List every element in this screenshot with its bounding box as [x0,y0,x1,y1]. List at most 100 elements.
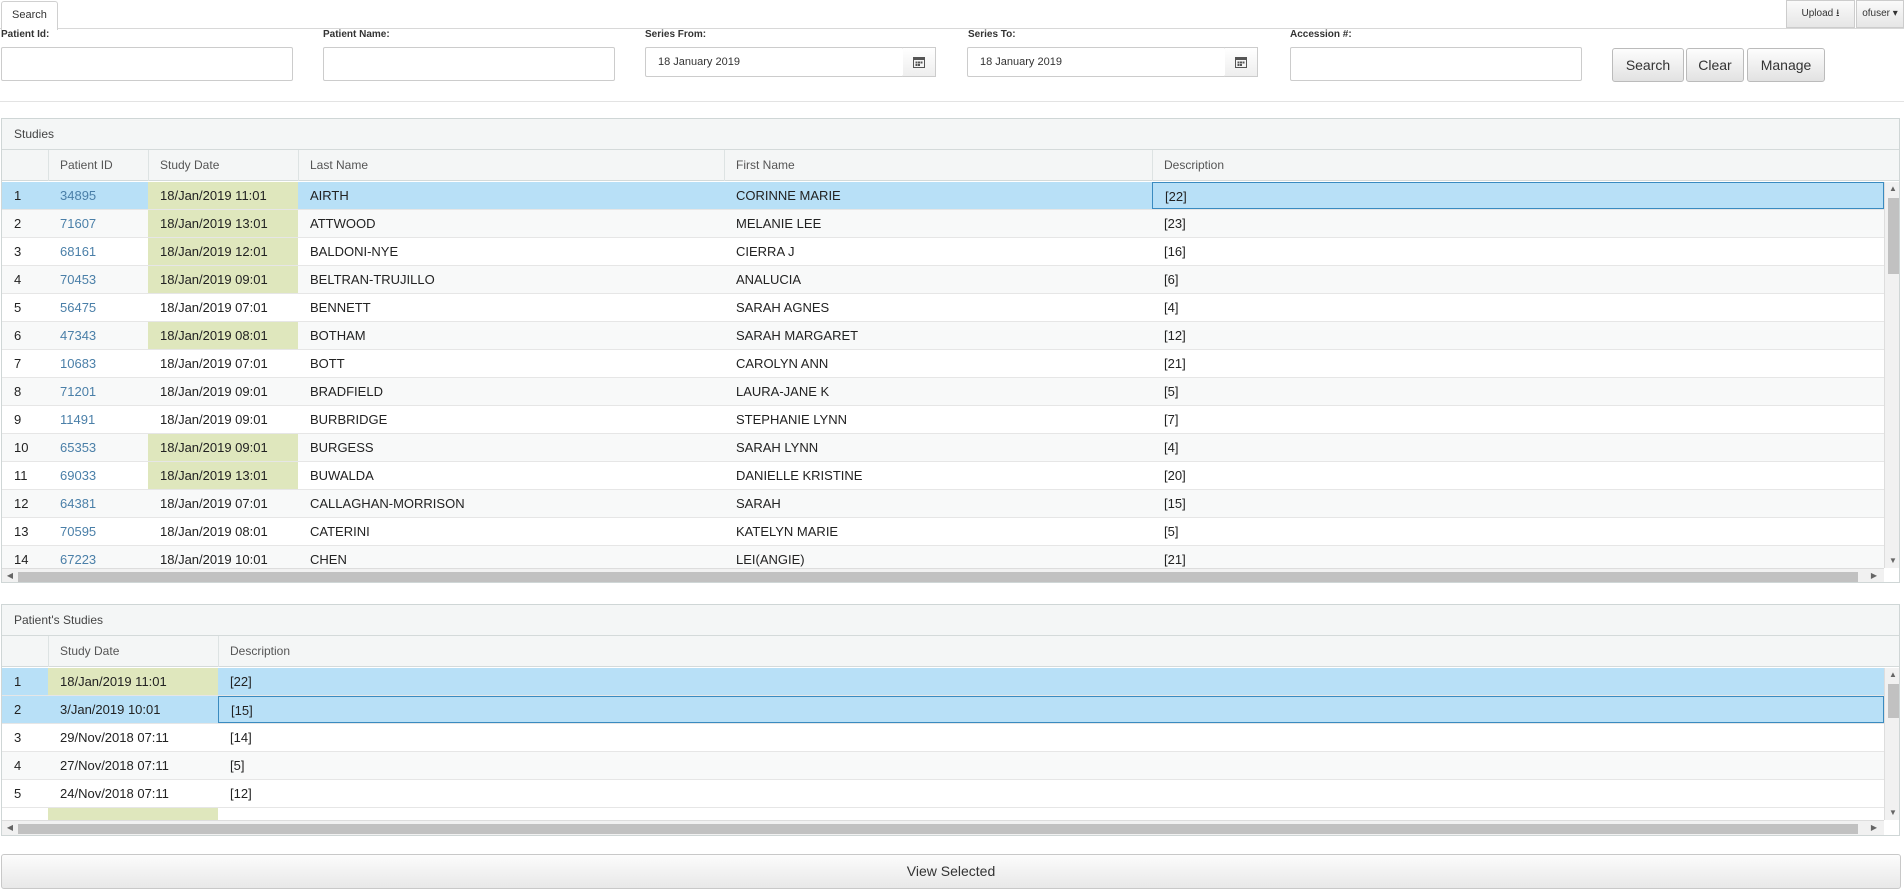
table-row[interactable]: 8 71201 18/Jan/2019 09:01 BRADFIELD LAUR… [2,378,1884,406]
description-cell: [21] [1164,552,1186,567]
col-header-study-date[interactable]: Study Date [148,150,298,181]
partial-row-highlight [48,808,218,820]
table-row[interactable]: 1 34895 18/Jan/2019 11:01 AIRTH CORINNE … [2,182,1884,210]
study-date-cell: 18/Jan/2019 10:01 [160,552,268,567]
view-selected-button[interactable]: View Selected [1,854,1901,889]
row-number: 5 [14,786,22,801]
patient-studies-title: Patient's Studies [2,605,1899,636]
study-date-cell: 18/Jan/2019 07:01 [160,496,268,511]
table-row[interactable]: 7 10683 18/Jan/2019 07:01 BOTT CAROLYN A… [2,350,1884,378]
table-row[interactable]: 11 69033 18/Jan/2019 13:01 BUWALDA DANIE… [2,462,1884,490]
row-number: 14 [14,552,29,567]
scroll-down-icon[interactable]: ▼ [1887,556,1899,566]
patient-studies-horizontal-scrollbar[interactable]: ◀ ▶ [2,820,1884,835]
scroll-thumb[interactable] [18,572,1858,582]
table-row[interactable]: 4 70453 18/Jan/2019 09:01 BELTRAN-TRUJIL… [2,266,1884,294]
study-date-cell: 18/Jan/2019 09:01 [160,412,268,427]
series-to-calendar-button[interactable] [1225,47,1258,77]
description-cell: [5] [230,758,245,773]
user-menu-button[interactable]: ofuser ▾ [1856,0,1904,28]
description-cell: [22] [1152,182,1884,209]
study-date-cell: 3/Jan/2019 10:01 [60,702,161,717]
scroll-thumb[interactable] [18,824,1858,834]
col-header-patient-id[interactable]: Patient ID [48,150,148,181]
patient-id-label: Patient Id: [1,29,50,40]
study-date-cell: 18/Jan/2019 11:01 [48,668,218,695]
study-date-cell: 18/Jan/2019 07:01 [160,300,268,315]
description-cell: [22] [230,674,252,689]
table-row[interactable]: 3 68161 18/Jan/2019 12:01 BALDONI-NYE CI… [2,238,1884,266]
table-row[interactable]: 12 64381 18/Jan/2019 07:01 CALLAGHAN-MOR… [2,490,1884,518]
tab-search[interactable]: Search [1,1,58,30]
studies-vertical-scrollbar[interactable]: ▲ ▼ [1884,182,1899,568]
patient-id-link[interactable]: 34895 [48,182,148,209]
row-number: 2 [14,216,22,231]
patient-id-link[interactable]: 65353 [48,434,148,461]
patient-id-link[interactable]: 70595 [48,518,148,545]
patient-name-input[interactable] [323,47,615,81]
scroll-left-icon[interactable]: ◀ [4,823,16,833]
patient-id-link[interactable]: 10683 [48,350,148,377]
table-row[interactable]: 13 70595 18/Jan/2019 08:01 CATERINI KATE… [2,518,1884,546]
patient-id-link[interactable]: 64381 [48,490,148,517]
description-cell: [4] [1164,440,1179,455]
first-name-cell: STEPHANIE LYNN [736,412,848,427]
patient-id-link[interactable]: 67223 [48,546,148,568]
table-row[interactable]: 5 56475 18/Jan/2019 07:01 BENNETT SARAH … [2,294,1884,322]
table-row[interactable]: 14 67223 18/Jan/2019 10:01 CHEN LEI(ANGI… [2,546,1884,568]
study-date-cell: 18/Jan/2019 13:01 [148,210,298,237]
patient-id-link[interactable]: 71607 [48,210,148,237]
table-row[interactable]: 4 27/Nov/2018 07:11 [5] [2,752,1884,780]
upload-button[interactable]: Upload ⭳ [1786,0,1855,28]
patient-id-input[interactable] [1,47,293,81]
clear-button[interactable]: Clear [1686,48,1744,82]
table-row[interactable]: 2 3/Jan/2019 10:01 [15] [2,696,1884,724]
series-to-input[interactable] [967,47,1226,77]
table-row[interactable]: 10 65353 18/Jan/2019 09:01 BURGESS SARAH… [2,434,1884,462]
row-number: 2 [14,702,22,717]
search-button[interactable]: Search [1612,48,1684,82]
table-row[interactable]: 3 29/Nov/2018 07:11 [14] [2,724,1884,752]
table-row[interactable]: 2 71607 18/Jan/2019 13:01 ATTWOOD MELANI… [2,210,1884,238]
table-row[interactable]: 9 11491 18/Jan/2019 09:01 BURBRIDGE STEP… [2,406,1884,434]
patient-id-link[interactable]: 71201 [48,378,148,405]
accession-input[interactable] [1290,47,1582,81]
series-from-calendar-button[interactable] [903,47,936,77]
patient-id-link[interactable]: 68161 [48,238,148,265]
patient-studies-header: Study Date Description [2,636,1899,667]
col-header-study-date[interactable]: Study Date [48,636,218,667]
table-row[interactable]: 5 24/Nov/2018 07:11 [12] [2,780,1884,808]
col-header-description[interactable]: Description [1152,150,1884,181]
col-header-first-name[interactable]: First Name [724,150,1152,181]
patient-id-link[interactable]: 69033 [48,462,148,489]
patient-id-link[interactable]: 47343 [48,322,148,349]
row-number: 8 [14,384,22,399]
studies-rows: 1 34895 18/Jan/2019 11:01 AIRTH CORINNE … [2,182,1884,568]
patient-id-link[interactable]: 70453 [48,266,148,293]
col-header-last-name[interactable]: Last Name [298,150,724,181]
scroll-thumb[interactable] [1888,684,1899,718]
scroll-thumb[interactable] [1888,198,1899,274]
description-cell: [4] [1164,300,1179,315]
scroll-up-icon[interactable]: ▲ [1887,670,1899,680]
table-row[interactable]: 1 18/Jan/2019 11:01 [22] [2,668,1884,696]
scroll-up-icon[interactable]: ▲ [1887,184,1899,194]
description-cell: [15] [1164,496,1186,511]
description-cell: [12] [1164,328,1186,343]
scroll-down-icon[interactable]: ▼ [1887,808,1899,818]
row-number: 1 [14,674,22,689]
scroll-right-icon[interactable]: ▶ [1868,823,1880,833]
series-from-input[interactable] [645,47,904,77]
manage-button[interactable]: Manage [1747,48,1825,82]
last-name-cell: BENNETT [310,300,371,315]
first-name-cell: ANALUCIA [736,272,802,287]
table-row[interactable]: 6 47343 18/Jan/2019 08:01 BOTHAM SARAH M… [2,322,1884,350]
scroll-left-icon[interactable]: ◀ [4,571,16,581]
col-header-description[interactable]: Description [218,636,1884,667]
study-date-cell: 18/Jan/2019 09:01 [148,266,298,293]
scroll-right-icon[interactable]: ▶ [1868,571,1880,581]
patient-id-link[interactable]: 11491 [48,406,148,433]
patient-id-link[interactable]: 56475 [48,294,148,321]
studies-horizontal-scrollbar[interactable]: ◀ ▶ [2,568,1884,582]
patient-studies-vertical-scrollbar[interactable]: ▲ ▼ [1884,668,1899,820]
